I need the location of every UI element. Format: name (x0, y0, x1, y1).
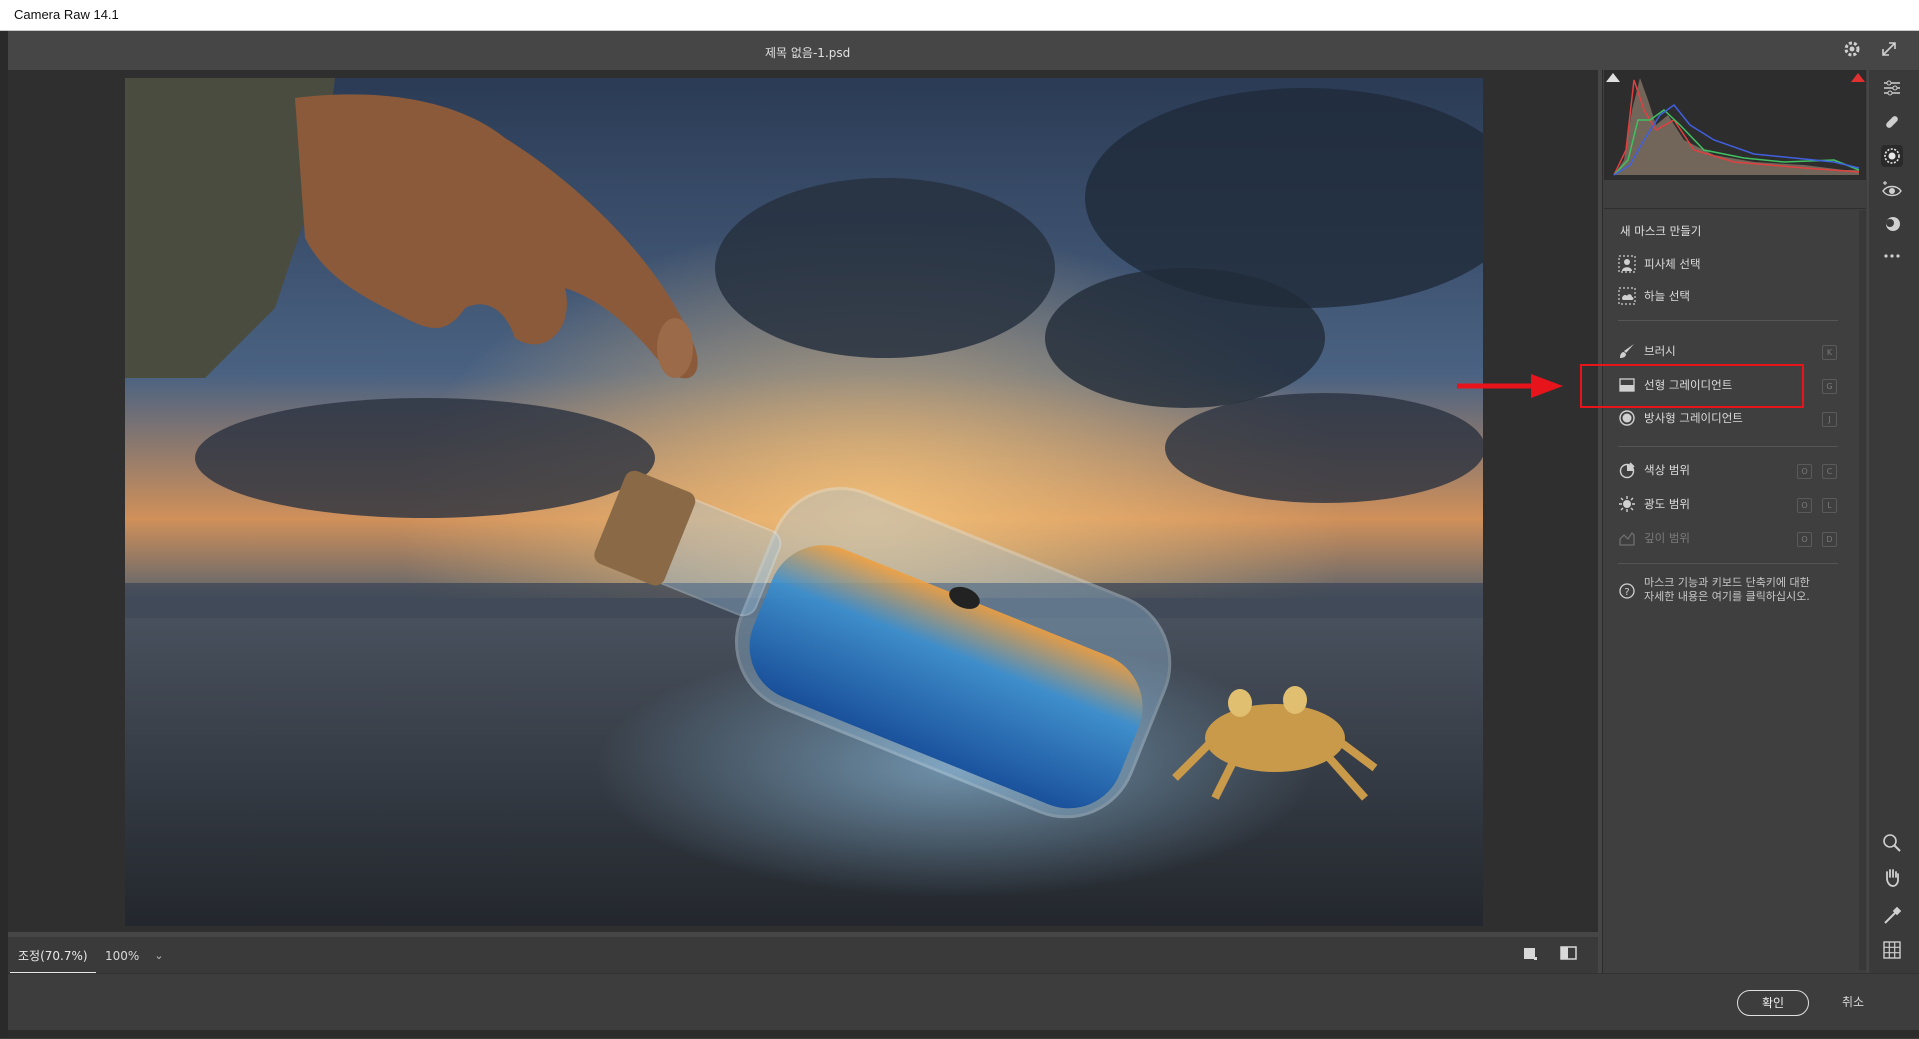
luminance-range-icon (1618, 495, 1636, 513)
luminance-range-shortcut-key-2: L (1822, 498, 1837, 513)
edit-sliders-icon[interactable] (1881, 77, 1903, 99)
depth-range-shortcut-key-2: D (1822, 532, 1837, 547)
mask-help-link[interactable]: 마스크 기능과 키보드 단축키에 대한 자세한 내용은 여기를 클릭하십시오. (1644, 576, 1854, 604)
fit-zoom-tab[interactable]: 조정(70.7%) (10, 944, 96, 974)
healing-brush-icon[interactable] (1881, 111, 1903, 133)
shadow-clipping-warning-icon[interactable] (1606, 73, 1620, 82)
mask-panel-divider-3 (1618, 563, 1838, 564)
mask-sky-label: 하늘 선택 (1644, 289, 1690, 303)
document-filename: 제목 없음-1.psd (765, 46, 851, 60)
mask-depth-range-label: 깊이 범위 (1644, 531, 1690, 545)
mask-panel-divider-2 (1618, 446, 1838, 447)
luminance-range-shortcut-key-1: O (1797, 498, 1812, 513)
mask-brush[interactable]: 브러시 (1618, 338, 1838, 364)
depth-range-icon (1618, 529, 1636, 547)
red-eye-icon[interactable] (1881, 179, 1903, 201)
single-view-icon[interactable] (1522, 945, 1538, 961)
gear-icon[interactable] (1843, 40, 1861, 58)
color-range-icon (1618, 461, 1636, 479)
mask-help-line-1: 마스크 기능과 키보드 단축키에 대한 (1644, 576, 1810, 589)
new-mask-title: 새 마스크 만들기 (1620, 224, 1702, 238)
annotation-arrow-icon (1455, 371, 1565, 401)
radial-gradient-icon (1618, 409, 1636, 427)
sampler-tool-icon[interactable] (1881, 905, 1903, 927)
mask-subject-label: 피사체 선택 (1644, 257, 1701, 271)
linear-gradient-shortcut-key: G (1822, 379, 1837, 394)
presets-icon[interactable] (1881, 213, 1903, 235)
masking-panel (1602, 70, 1867, 974)
more-options-icon[interactable] (1881, 245, 1903, 267)
fullscreen-icon[interactable] (1880, 40, 1898, 58)
cancel-button[interactable]: 취소 (1828, 990, 1878, 1014)
masking-icon[interactable] (1881, 145, 1903, 167)
mask-panel-divider (1618, 320, 1838, 321)
histogram (1604, 70, 1866, 180)
highlight-clipping-warning-icon[interactable] (1851, 73, 1865, 82)
zoom-100-tab[interactable]: 100% (97, 944, 147, 968)
mask-luminance-range-label: 광도 범위 (1644, 497, 1690, 511)
ok-button[interactable]: 확인 (1737, 990, 1809, 1016)
depth-range-shortcut-key-1: O (1797, 532, 1812, 547)
canvas-bottom-bar (8, 937, 1598, 973)
annotation-highlight-box (1580, 364, 1804, 408)
color-range-shortcut-key-1: O (1797, 464, 1812, 479)
left-edge-strip (0, 31, 8, 1038)
mask-brush-label: 브러시 (1644, 344, 1676, 358)
mask-radial-gradient-label: 방사형 그레이디언트 (1644, 411, 1743, 425)
panel-separator (1604, 208, 1866, 209)
grid-overlay-icon[interactable] (1881, 939, 1903, 961)
mask-color-range-label: 색상 범위 (1644, 463, 1690, 477)
mask-radial-gradient[interactable]: 방사형 그레이디언트 (1618, 405, 1838, 431)
panel-scrollbar[interactable] (1859, 210, 1866, 970)
zoom-tool-icon[interactable] (1881, 832, 1903, 854)
window-titlebar: Camera Raw 14.1 (0, 0, 1919, 31)
hand-tool-icon[interactable] (1881, 866, 1903, 888)
subject-icon (1618, 255, 1636, 273)
radial-gradient-shortcut-key: J (1822, 412, 1837, 427)
mask-sky-select[interactable]: 하늘 선택 (1618, 283, 1838, 309)
svg-text:?: ? (1624, 587, 1629, 598)
footer-status-strip (8, 1030, 1919, 1038)
brush-icon (1618, 342, 1636, 360)
window-title: Camera Raw 14.1 (14, 7, 119, 22)
mask-help-line-2: 자세한 내용은 여기를 클릭하십시오. (1644, 590, 1810, 603)
photo-preview[interactable] (125, 78, 1483, 926)
brush-shortcut-key: K (1822, 345, 1837, 360)
zoom-dropdown-icon[interactable]: ⌄ (150, 944, 168, 968)
help-icon[interactable]: ? (1618, 582, 1636, 600)
color-range-shortcut-key-2: C (1822, 464, 1837, 479)
sky-icon (1618, 287, 1636, 305)
before-after-icon[interactable] (1560, 945, 1578, 961)
mask-subject-select[interactable]: 피사체 선택 (1618, 251, 1838, 277)
